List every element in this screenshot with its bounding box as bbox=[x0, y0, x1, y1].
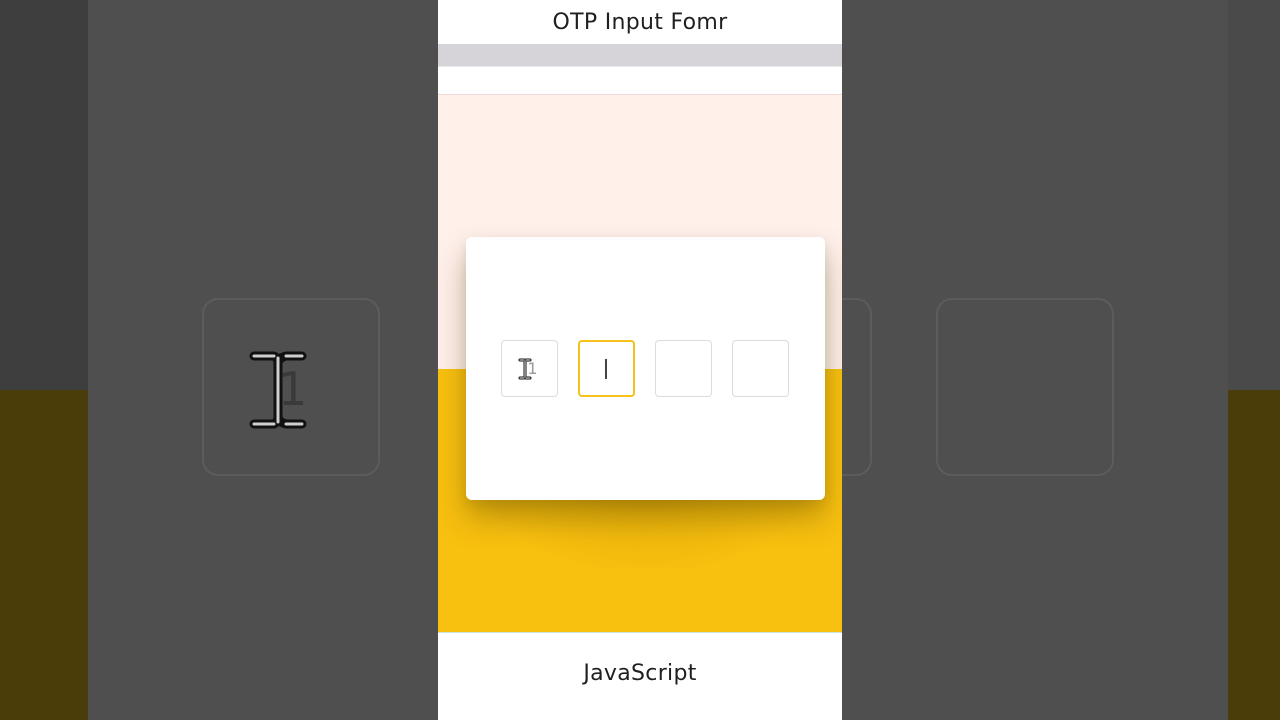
otp-digit-3-input[interactable] bbox=[655, 340, 712, 397]
otp-digit-3-wrapper bbox=[655, 340, 712, 397]
backdrop-right-top bbox=[1228, 0, 1280, 390]
otp-digit-2-wrapper bbox=[578, 340, 635, 397]
otp-digit-1-wrapper: 1 bbox=[501, 340, 558, 397]
otp-card: 1 bbox=[466, 237, 825, 500]
otp-digit-4-input[interactable] bbox=[732, 340, 789, 397]
page-title: OTP Input Fomr bbox=[552, 9, 728, 35]
text-caret bbox=[605, 359, 607, 379]
title-bar: OTP Input Fomr bbox=[438, 0, 842, 44]
browser-toolbar bbox=[438, 44, 842, 66]
text-cursor-icon bbox=[518, 358, 532, 380]
address-strip bbox=[438, 66, 842, 95]
backdrop-otp-box bbox=[936, 298, 1114, 476]
backdrop-right-bottom bbox=[1228, 390, 1280, 720]
video-stage: 1 OTP Input Fomr 1 JavaScript bbox=[0, 0, 1280, 720]
backdrop-text-cursor-icon bbox=[249, 351, 307, 429]
footer-bar: JavaScript bbox=[438, 632, 842, 720]
otp-digit-4-wrapper bbox=[732, 340, 789, 397]
phone-screen: OTP Input Fomr 1 JavaScript bbox=[438, 0, 842, 720]
backdrop-left-bottom bbox=[0, 390, 88, 720]
backdrop-left-top bbox=[0, 0, 88, 390]
otp-input-row: 1 bbox=[501, 340, 789, 397]
footer-label: JavaScript bbox=[583, 661, 697, 686]
otp-digit-2-input[interactable] bbox=[578, 340, 635, 397]
demo-scene: 1 bbox=[438, 95, 842, 632]
